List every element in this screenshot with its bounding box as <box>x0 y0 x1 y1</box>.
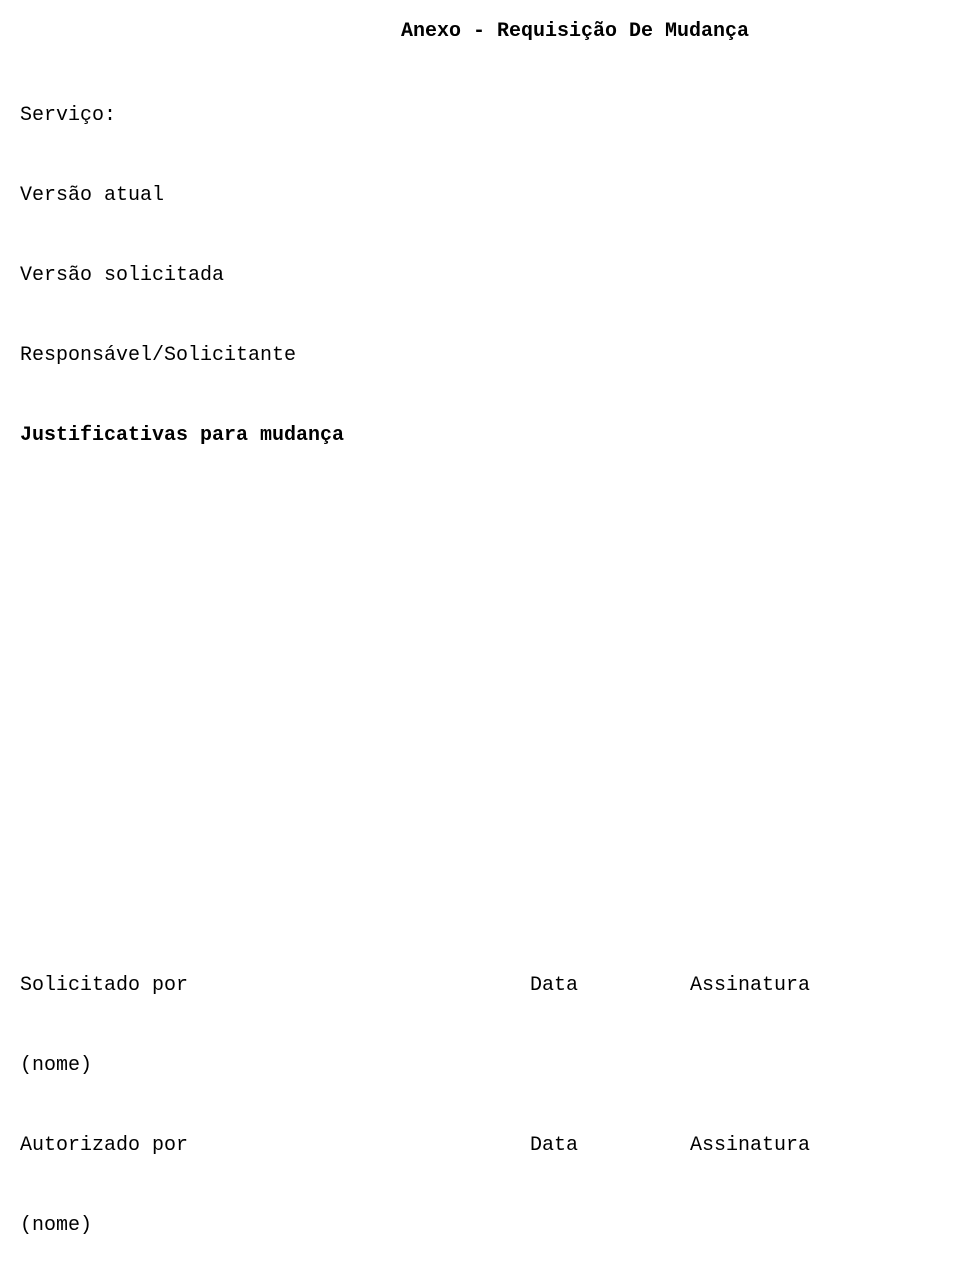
autorizado-por-label: Autorizado por <box>20 1132 530 1160</box>
solicitado-por-label: Solicitado por <box>20 972 530 1000</box>
solicitado-assinatura-label: Assinatura <box>690 972 940 1000</box>
autorizado-assinatura-label: Assinatura <box>690 1132 940 1160</box>
solicitado-data-label: Data <box>530 972 690 1000</box>
document-title: Anexo - Requisição De Mudança <box>20 18 940 46</box>
solicitado-nome: (nome) <box>20 1052 940 1080</box>
field-responsavel-solicitante: Responsável/Solicitante <box>20 342 940 370</box>
field-versao-solicitada: Versão solicitada <box>20 262 940 290</box>
autorizado-header-row: Autorizado por Data Assinatura <box>20 1132 940 1160</box>
content-spacer <box>20 502 940 972</box>
autorizado-nome: (nome) <box>20 1212 940 1240</box>
field-versao-atual: Versão atual <box>20 182 940 210</box>
field-servico: Serviço: <box>20 102 940 130</box>
autorizado-data-label: Data <box>530 1132 690 1160</box>
field-justificativas: Justificativas para mudança <box>20 422 940 450</box>
solicitado-header-row: Solicitado por Data Assinatura <box>20 972 940 1000</box>
